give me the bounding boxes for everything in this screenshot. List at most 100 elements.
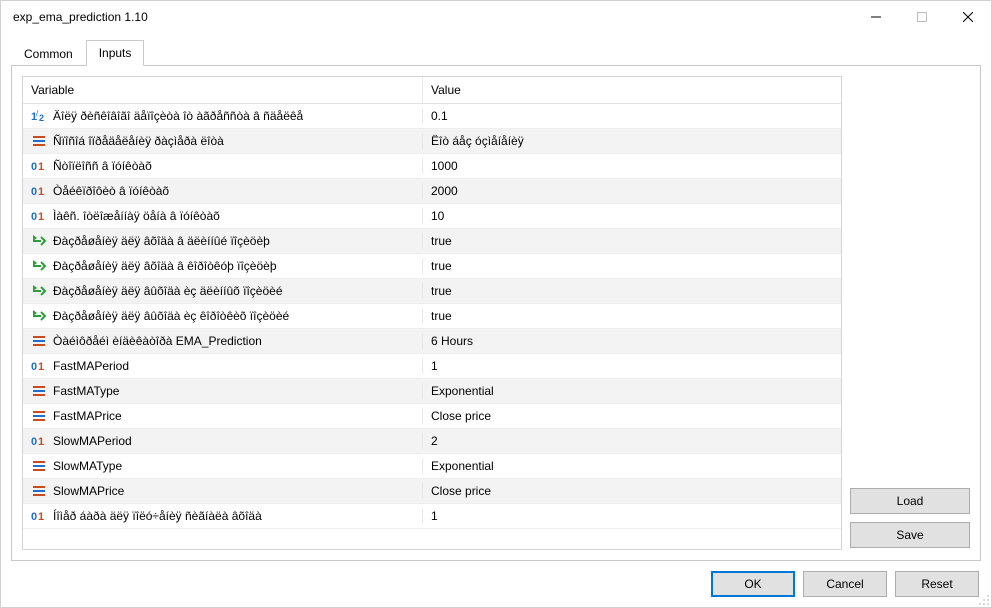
table-row[interactable]: Ðàçðåøåíèÿ äëÿ âõîäà â äëèííûé ïîçèöèþ tr…	[23, 229, 841, 254]
table-row[interactable]: SlowMAPrice Close price	[23, 479, 841, 504]
variable-cell: FastMAPrice	[23, 408, 423, 424]
table-row[interactable]: 01FastMAPeriod1	[23, 354, 841, 379]
table-row[interactable]: Ñïîñîá îïðåäåëåíèÿ ðàçìåðà ëîòà Ëîò áåç ó…	[23, 129, 841, 154]
table-row[interactable]: FastMATypeExponential	[23, 379, 841, 404]
value-cell[interactable]: Ëîò áåç óçìåíåíèÿ	[423, 134, 841, 148]
cancel-button[interactable]: Cancel	[803, 571, 887, 597]
load-button[interactable]: Load	[850, 488, 970, 514]
value-cell[interactable]: 6 Hours	[423, 334, 841, 348]
variable-label: FastMAPrice	[53, 409, 122, 423]
table-row[interactable]: 01Íîìåð áàðà äëÿ ïîëó÷åíèÿ ñèãíàëà âõîäà…	[23, 504, 841, 529]
variable-label: Ðàçðåøåíèÿ äëÿ âõîäà â äëèííûé ïîçèöèþ	[53, 234, 270, 248]
save-button[interactable]: Save	[850, 522, 970, 548]
variable-cell: 01Íîìåð áàðà äëÿ ïîëó÷åíèÿ ñèãíàëà âõîäà	[23, 508, 423, 524]
enum-type-icon	[31, 133, 47, 149]
value-cell[interactable]: true	[423, 259, 841, 273]
int-type-icon: 01	[31, 183, 47, 199]
value-cell[interactable]: 1	[423, 509, 841, 523]
svg-text:0: 0	[31, 211, 37, 223]
table-row[interactable]: Ðàçðåøåíèÿ äëÿ âûõîäà èç äëèííûõ ïîçèöèé…	[23, 279, 841, 304]
value-cell[interactable]: 2	[423, 434, 841, 448]
value-cell[interactable]: Exponential	[423, 459, 841, 473]
table-row[interactable]: 01 Òåéêïðîôèò â ïóíêòàõ 2000	[23, 179, 841, 204]
table-row[interactable]: Ðàçðåøåíèÿ äëÿ âûõîäà èç êîðîòêèõ ïîçèöè…	[23, 304, 841, 329]
variable-label: Ñòîïëîññ â ïóíêòàõ	[53, 159, 152, 173]
tab-common[interactable]: Common	[11, 41, 86, 66]
variable-label: Ðàçðåøåíèÿ äëÿ âûõîäà èç äëèííûõ ïîçèöèé	[53, 284, 283, 298]
maximize-icon	[917, 12, 927, 22]
grid-header: Variable Value	[23, 77, 841, 104]
svg-text:0: 0	[31, 361, 37, 373]
value-cell[interactable]: true	[423, 284, 841, 298]
minimize-button[interactable]	[853, 1, 899, 33]
window-title: exp_ema_prediction 1.10	[13, 10, 148, 24]
enum-type-icon	[31, 408, 47, 424]
table-row[interactable]: Ðàçðåøåíèÿ äëÿ âõîäà â êîðîòêóþ ïîçèöèþt…	[23, 254, 841, 279]
column-header-variable[interactable]: Variable	[23, 77, 423, 103]
table-row[interactable]: FastMAPrice Close price	[23, 404, 841, 429]
maximize-button	[899, 1, 945, 33]
svg-text:1: 1	[38, 511, 44, 523]
int-type-icon: 01	[31, 433, 47, 449]
value-cell[interactable]: 1	[423, 359, 841, 373]
svg-text:0: 0	[31, 186, 37, 198]
bool-type-icon	[31, 283, 47, 299]
value-cell[interactable]: true	[423, 309, 841, 323]
variable-label: Ìàêñ. îòëîæåííàÿ öåíà â ïóíêòàõ	[53, 209, 220, 223]
int-type-icon: 01	[31, 508, 47, 524]
table-row[interactable]: 01 Ìàêñ. îòëîæåííàÿ öåíà â ïóíêòàõ 10	[23, 204, 841, 229]
parameters-grid[interactable]: Variable Value 1/2 Äîëÿ ðèñêîâîãî äåïîçèò…	[22, 76, 842, 550]
close-button[interactable]	[945, 1, 991, 33]
reset-button[interactable]: Reset	[895, 571, 979, 597]
table-row[interactable]: 01 Ñòîïëîññ â ïóíêòàõ 1000	[23, 154, 841, 179]
table-row[interactable]: 01 SlowMAPeriod 2	[23, 429, 841, 454]
value-cell[interactable]: Close price	[423, 484, 841, 498]
value-cell[interactable]: 0.1	[423, 109, 841, 123]
bool-type-icon	[31, 308, 47, 324]
variable-cell: Ðàçðåøåíèÿ äëÿ âûõîäà èç êîðîòêèõ ïîçèöè…	[23, 308, 423, 324]
variable-label: SlowMAPrice	[53, 484, 124, 498]
variable-label: Ðàçðåøåíèÿ äëÿ âûõîäà èç êîðîòêèõ ïîçèöè…	[53, 309, 289, 323]
svg-text:1: 1	[38, 211, 44, 223]
value-cell[interactable]: 1000	[423, 159, 841, 173]
variable-label: Ñïîñîá îïðåäåëåíèÿ ðàçìåðà ëîòà	[53, 134, 224, 148]
int-type-icon: 01	[31, 158, 47, 174]
variable-cell: 01 Ñòîïëîññ â ïóíêòàõ	[23, 158, 423, 174]
variable-cell: SlowMAType	[23, 458, 423, 474]
variable-cell: Ðàçðåøåíèÿ äëÿ âõîäà â êîðîòêóþ ïîçèöèþ	[23, 258, 423, 274]
enum-type-icon	[31, 333, 47, 349]
value-cell[interactable]: Close price	[423, 409, 841, 423]
variable-cell: 01FastMAPeriod	[23, 358, 423, 374]
table-row[interactable]: Òàéìôðåéì èíäèêàòîðà EMA_Prediction 6 Hou…	[23, 329, 841, 354]
value-cell[interactable]: 10	[423, 209, 841, 223]
half-type-icon: 1/2	[31, 108, 47, 124]
svg-text:1: 1	[38, 161, 44, 173]
tab-inputs[interactable]: Inputs	[86, 40, 145, 66]
value-cell[interactable]: true	[423, 234, 841, 248]
variable-label: Òåéêïðîôèò â ïóíêòàõ	[53, 184, 169, 198]
variable-label: SlowMAPeriod	[53, 434, 132, 448]
table-row[interactable]: 1/2 Äîëÿ ðèñêîâîãî äåïîçèòà îò àãðåññòà â…	[23, 104, 841, 129]
svg-text:0: 0	[31, 511, 37, 523]
tab-strip: Common Inputs	[11, 39, 981, 65]
variable-label: Äîëÿ ðèñêîâîãî äåïîçèòà îò àãðåññòà â ñä…	[53, 109, 303, 123]
value-cell[interactable]: 2000	[423, 184, 841, 198]
column-header-value[interactable]: Value	[423, 77, 841, 103]
svg-text:0: 0	[31, 161, 37, 173]
svg-text:1: 1	[38, 186, 44, 198]
variable-cell: Òàéìôðåéì èíäèêàòîðà EMA_Prediction	[23, 333, 423, 349]
variable-cell: SlowMAPrice	[23, 483, 423, 499]
enum-type-icon	[31, 483, 47, 499]
variable-label: Òàéìôðåéì èíäèêàòîðà EMA_Prediction	[53, 334, 262, 348]
svg-text:2: 2	[39, 113, 44, 123]
variable-cell: 01 Ìàêñ. îòëîæåííàÿ öåíà â ïóíêòàõ	[23, 208, 423, 224]
bool-type-icon	[31, 233, 47, 249]
dialog-footer: OK Cancel Reset	[1, 561, 991, 607]
value-cell[interactable]: Exponential	[423, 384, 841, 398]
int-type-icon: 01	[31, 358, 47, 374]
ok-button[interactable]: OK	[711, 571, 795, 597]
variable-cell: Ñïîñîá îïðåäåëåíèÿ ðàçìåðà ëîòà	[23, 133, 423, 149]
table-row[interactable]: SlowMATypeExponential	[23, 454, 841, 479]
minimize-icon	[871, 12, 881, 22]
variable-cell: 1/2 Äîëÿ ðèñêîâîãî äåïîçèòà îò àãðåññòà â…	[23, 108, 423, 124]
